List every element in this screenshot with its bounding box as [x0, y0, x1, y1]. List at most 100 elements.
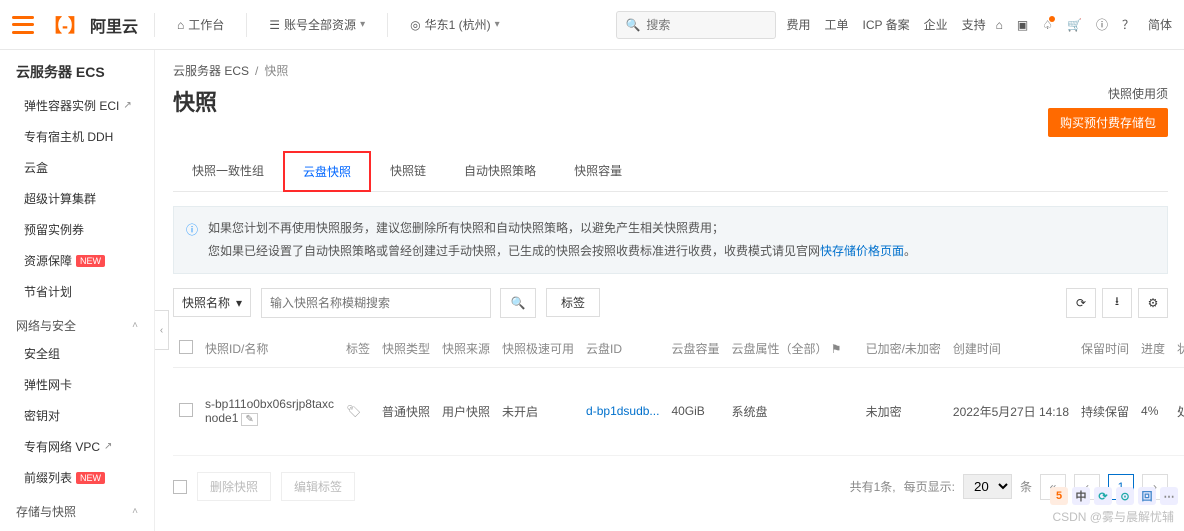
buy-storage-button[interactable]: 购买预付费存储包 — [1048, 108, 1168, 137]
refresh-icon: ⟳ — [1076, 296, 1086, 310]
sidebar-item[interactable]: 云盘 — [0, 524, 154, 531]
sidebar-group-network[interactable]: 网络与安全 ˄ — [0, 307, 154, 338]
select-all-checkbox[interactable] — [173, 480, 187, 494]
chevron-up-icon: ˄ — [132, 506, 138, 517]
column-header: 云盘容量 — [665, 330, 725, 368]
brand-logo[interactable]: 【-】 阿里云 — [44, 12, 138, 38]
top-link[interactable]: 企业 — [924, 16, 948, 33]
caret-down-icon: ▾ — [236, 296, 242, 310]
refresh-button[interactable]: ⟳ — [1066, 288, 1096, 318]
table-row: s-bp111o0bx06srjp8taxc node1✎ 🏷 普通快照 用户快… — [173, 367, 1184, 456]
search-icon: 🔍 — [625, 18, 640, 32]
sidebar-item[interactable]: 弹性容器实例 ECI ↗ — [0, 90, 154, 121]
float-tool-button[interactable]: ⋯ — [1160, 487, 1178, 505]
float-tool-button[interactable]: 5 — [1050, 487, 1068, 505]
page-size-select[interactable]: 20 — [963, 474, 1012, 499]
tab[interactable]: 自动快照策略 — [445, 151, 555, 192]
watermark: CSDN @雾与晨解忧辅 — [1052, 508, 1174, 525]
breadcrumb-current: 快照 — [264, 62, 288, 79]
usage-help-link[interactable]: 快照使用须 — [1108, 85, 1168, 102]
sidebar-item[interactable]: 节省计划 — [0, 276, 154, 307]
external-link-icon: ↗ — [123, 100, 131, 111]
sidebar-item[interactable]: 前缀列表NEW — [0, 462, 154, 493]
help-icon[interactable]: ⓘ — [1096, 16, 1108, 33]
sidebar-item[interactable]: 专有网络 VPC ↗ — [0, 431, 154, 462]
column-header: 快照类型 — [376, 330, 436, 368]
float-tool-button[interactable]: ⊙ — [1116, 487, 1134, 505]
column-header: 快照极速可用 — [496, 330, 580, 368]
row-checkbox[interactable] — [179, 403, 193, 417]
menu-toggle-button[interactable] — [12, 16, 34, 34]
page-title: 快照 — [173, 85, 217, 117]
top-link[interactable]: 支持 — [962, 16, 986, 33]
new-badge: NEW — [76, 472, 105, 484]
sidebar: 云服务器 ECS 弹性容器实例 ECI ↗专有宿主机 DDH云盒超级计算集群预留… — [0, 50, 155, 531]
tab[interactable]: 云盘快照 — [283, 151, 371, 192]
list-icon: ☰ — [269, 18, 280, 32]
top-link[interactable]: ICP 备案 — [862, 16, 909, 33]
float-tool-button[interactable]: 中 — [1072, 487, 1090, 505]
filter-icon[interactable]: ⚑ — [827, 342, 841, 356]
announce-icon[interactable]: ⌂ — [996, 18, 1003, 32]
select-all-header-checkbox[interactable] — [179, 340, 193, 354]
workspace-button[interactable]: ⌂ 工作台 — [171, 12, 230, 37]
new-badge: NEW — [76, 255, 105, 267]
snapshot-search-box — [261, 288, 491, 318]
sidebar-group-storage[interactable]: 存储与快照 ˄ — [0, 493, 154, 524]
sidebar-item[interactable]: 弹性网卡 — [0, 369, 154, 400]
column-header: 已加密/未加密 — [860, 330, 947, 368]
top-link[interactable]: 工单 — [824, 16, 848, 33]
tag-icon[interactable]: 🏷 — [346, 404, 361, 418]
filter-field-dropdown[interactable]: 快照名称 ▾ — [173, 288, 251, 317]
global-search[interactable]: 🔍 — [616, 11, 776, 39]
sidebar-item[interactable]: 超级计算集群 — [0, 183, 154, 214]
cloudshell-icon[interactable]: ▣ — [1017, 18, 1028, 32]
resource-scope-dropdown[interactable]: ☰ 账号全部资源 ▾ — [263, 12, 371, 37]
column-header: 快照来源 — [436, 330, 496, 368]
tag-filter-button[interactable]: 标签 — [546, 288, 600, 317]
snapshot-table: 快照ID/名称标签快照类型快照来源快照极速可用云盘ID云盘容量云盘属性（全部） … — [173, 330, 1184, 457]
pricing-link[interactable]: 快存储价格页面 — [820, 244, 904, 258]
brand-name: 阿里云 — [90, 13, 138, 37]
edit-tag-button: 编辑标签 — [281, 472, 355, 501]
tab[interactable]: 快照容量 — [555, 151, 641, 192]
sidebar-item[interactable]: 预留实例券 — [0, 214, 154, 245]
column-header: 快照ID/名称 — [199, 330, 340, 368]
sidebar-item[interactable]: 专有宿主机 DDH — [0, 121, 154, 152]
region-dropdown[interactable]: ◎ 华东1 (杭州) ▾ — [404, 12, 506, 37]
chevron-up-icon: ˄ — [132, 320, 138, 331]
gear-icon: ⚙ — [1148, 296, 1159, 310]
logo-icon: 【-】 — [44, 12, 86, 38]
sidebar-item[interactable]: 资源保障NEW — [0, 245, 154, 276]
column-header: 保留时间 — [1075, 330, 1135, 368]
location-icon: ◎ — [410, 18, 420, 32]
top-link[interactable]: 费用 — [786, 16, 810, 33]
help-circle-icon[interactable]: ？ — [1122, 16, 1134, 33]
export-button[interactable]: ⭳ — [1102, 288, 1132, 318]
breadcrumb-root[interactable]: 云服务器 ECS — [173, 62, 249, 79]
home-icon: ⌂ — [177, 18, 184, 32]
language-switch[interactable]: 简体 — [1148, 16, 1172, 33]
sidebar-item[interactable]: 安全组 — [0, 338, 154, 369]
column-settings-button[interactable]: ⚙ — [1138, 288, 1168, 318]
edit-name-icon[interactable]: ✎ — [241, 413, 257, 426]
snapshot-search-input[interactable] — [270, 296, 490, 310]
disk-id-link[interactable]: d-bp1dsudb... — [586, 404, 659, 418]
tabs: 快照一致性组云盘快照快照链自动快照策略快照容量 — [173, 151, 1168, 192]
delete-snapshot-button: 删除快照 — [197, 472, 271, 501]
global-search-input[interactable] — [646, 18, 767, 32]
tab[interactable]: 快照一致性组 — [173, 151, 283, 192]
sidebar-item[interactable]: 密钥对 — [0, 400, 154, 431]
breadcrumb: 云服务器 ECS / 快照 — [173, 62, 1168, 79]
search-button[interactable]: 🔍 — [500, 288, 536, 318]
float-toolbar: 5中⟳⊙回⋯ — [1050, 487, 1178, 505]
sidebar-item[interactable]: 云盒 — [0, 152, 154, 183]
tab[interactable]: 快照链 — [371, 151, 445, 192]
cart-icon[interactable]: 🛒 — [1067, 18, 1082, 32]
column-header: 进度 — [1135, 330, 1171, 368]
top-nav-links: 费用工单 ICP 备案企业支持 — [786, 16, 985, 33]
notifications-icon[interactable]: ♤ — [1042, 18, 1053, 32]
float-tool-button[interactable]: 回 — [1138, 487, 1156, 505]
snapshot-id: s-bp111o0bx06srjp8taxc — [205, 397, 334, 411]
float-tool-button[interactable]: ⟳ — [1094, 487, 1112, 505]
